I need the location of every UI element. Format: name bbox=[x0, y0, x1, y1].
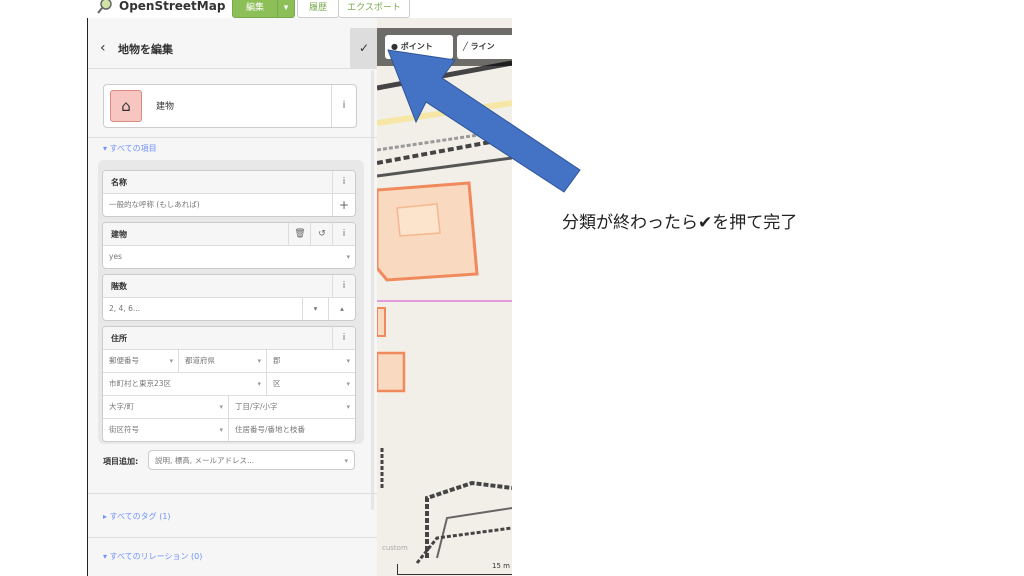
chevron-down-icon: ▾ bbox=[219, 403, 223, 411]
add-localized-name-button[interactable]: + bbox=[332, 194, 355, 216]
county-input[interactable]: 郡 ▾ bbox=[267, 350, 355, 372]
chevron-up-icon: ▴ bbox=[340, 304, 344, 313]
info-button[interactable]: i bbox=[332, 275, 355, 297]
divider bbox=[88, 537, 378, 538]
annotation-arrow bbox=[387, 49, 581, 193]
chevron-down-icon: ▾ bbox=[257, 357, 261, 365]
export-button[interactable]: エクスポート bbox=[338, 0, 410, 18]
preset-selector[interactable]: ⌂ 建物 i bbox=[103, 84, 357, 128]
divider bbox=[88, 137, 378, 138]
inspector-header: ‹ 地物を編集 ✓ bbox=[88, 28, 378, 69]
chevron-down-icon: ▾ bbox=[313, 304, 318, 313]
edit-button[interactable]: 編集 bbox=[232, 0, 278, 18]
field-label: 住所 bbox=[111, 334, 127, 343]
chevron-down-icon: ▾ bbox=[346, 380, 350, 388]
all-relations-toggle[interactable]: ▾ すべてのリレーション (0) bbox=[103, 551, 202, 562]
top-bar: OpenStreetMap 編集 ▾ 履歴 エクスポート bbox=[87, 0, 512, 18]
postcode-input[interactable]: 郵便番号 ▾ bbox=[103, 350, 179, 372]
chevron-down-icon: ▾ bbox=[346, 357, 350, 365]
chevron-down-icon: ▾ bbox=[346, 403, 350, 411]
logo-text: OpenStreetMap bbox=[119, 0, 226, 13]
field-label: 階数 bbox=[111, 282, 127, 291]
history-button[interactable]: 履歴 bbox=[297, 0, 339, 18]
preset-info-button[interactable]: i bbox=[331, 85, 356, 127]
all-fields-toggle[interactable]: ▾ すべての項目 bbox=[103, 143, 157, 154]
chevron-down-icon: ▾ bbox=[344, 457, 348, 465]
osm-logo[interactable]: OpenStreetMap bbox=[97, 0, 225, 14]
add-field-placeholder: 説明, 標高, メールアドレス... bbox=[155, 456, 255, 465]
trash-icon[interactable]: 🗑 bbox=[288, 223, 311, 245]
inspector-sidebar: ‹ 地物を編集 ✓ ⌂ 建物 i ▾ すべての項目 名称 i 一般的な呼称 (も… bbox=[87, 0, 378, 576]
preset-label: 建物 bbox=[156, 102, 175, 112]
magnifier-logo-icon bbox=[97, 0, 112, 14]
edit-dropdown-button[interactable]: ▾ bbox=[277, 0, 295, 18]
back-icon[interactable]: ‹ bbox=[100, 40, 106, 56]
field-levels: 階数 i 2, 4, 6... ▾ ▴ bbox=[102, 274, 356, 321]
inspector-title: 地物を編集 bbox=[118, 43, 173, 56]
field-building: 建物 🗑 ↺ i yes ▾ bbox=[102, 222, 356, 269]
add-field-combo[interactable]: 説明, 標高, メールアドレス... ▾ bbox=[148, 450, 355, 470]
chevron-down-icon: ▾ bbox=[257, 380, 261, 388]
info-button[interactable]: i bbox=[332, 223, 355, 245]
block-input[interactable]: 街区符号 ▾ bbox=[103, 419, 229, 441]
all-tags-toggle[interactable]: ▸ すべてのタグ (1) bbox=[103, 511, 171, 522]
housenumber-input[interactable]: 住居番号/番地と枝番 bbox=[229, 419, 355, 441]
building-icon: ⌂ bbox=[110, 90, 142, 122]
decrement-button[interactable]: ▾ bbox=[303, 298, 329, 320]
divider bbox=[88, 493, 378, 494]
info-button[interactable]: i bbox=[332, 327, 355, 349]
map-attribution[interactable]: custom bbox=[382, 544, 408, 552]
increment-button[interactable]: ▴ bbox=[329, 298, 355, 320]
chevron-down-icon[interactable]: ▾ bbox=[346, 246, 350, 268]
chevron-down-icon: ▾ bbox=[219, 426, 223, 434]
ward-input[interactable]: 区 ▾ bbox=[267, 373, 355, 395]
field-label: 名称 bbox=[111, 178, 127, 187]
levels-input[interactable]: 2, 4, 6... bbox=[103, 298, 303, 320]
field-label: 建物 bbox=[111, 230, 127, 239]
field-address: 住所 i 郵便番号 ▾ 都道府県 ▾ 郡 ▾ 市町村と東京23区 ▾ 区 ▾ 大字/町 ▾ … bbox=[102, 326, 356, 442]
quarter-input[interactable]: 丁目/字/小字 ▾ bbox=[229, 396, 355, 418]
building-value: yes bbox=[109, 252, 122, 261]
scale-bar: 15 m bbox=[397, 562, 512, 575]
name-input[interactable]: 一般的な呼称 (もしあれば) bbox=[103, 194, 333, 216]
add-field-label: 項目追加: bbox=[103, 457, 139, 466]
info-button[interactable]: i bbox=[332, 171, 355, 193]
prefecture-input[interactable]: 都道府県 ▾ bbox=[179, 350, 267, 372]
annotation-text: 分類が終わったら✔を押て完了 bbox=[562, 213, 798, 233]
chevron-down-icon: ▾ bbox=[169, 357, 173, 365]
field-name: 名称 i 一般的な呼称 (もしあれば) + bbox=[102, 170, 356, 217]
undo-icon[interactable]: ↺ bbox=[310, 223, 333, 245]
building-combo[interactable]: yes ▾ bbox=[103, 246, 355, 268]
city-input[interactable]: 市町村と東京23区 ▾ bbox=[103, 373, 267, 395]
scale-label: 15 m bbox=[492, 562, 510, 570]
neighbourhood-input[interactable]: 大字/町 ▾ bbox=[103, 396, 229, 418]
